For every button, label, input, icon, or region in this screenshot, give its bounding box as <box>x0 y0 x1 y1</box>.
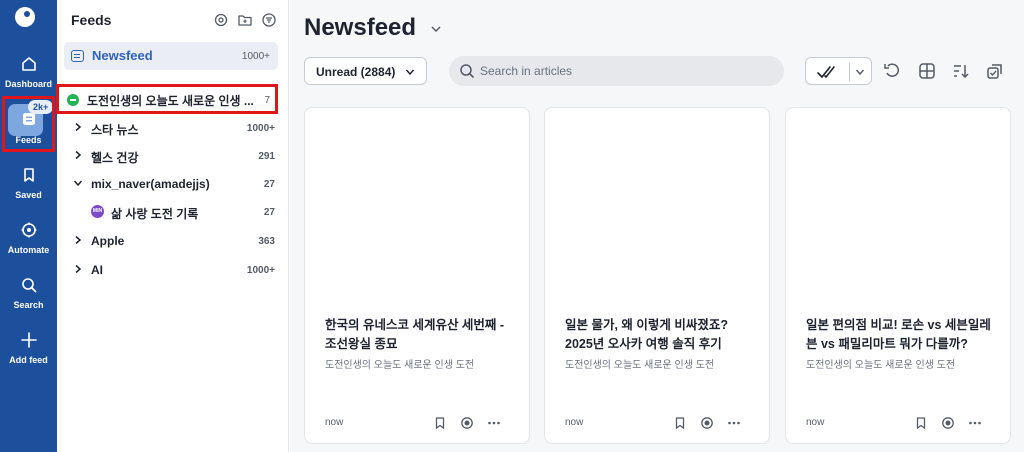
feed-count: 27 <box>263 179 275 190</box>
bookmark-icon[interactable] <box>433 416 447 430</box>
blog-icon <box>67 94 79 106</box>
chevron-down-icon[interactable] <box>430 24 442 34</box>
mark-read-icon[interactable] <box>941 416 955 430</box>
panel-title: Feeds <box>71 12 112 28</box>
feed-item-apple[interactable]: Apple 363 <box>57 228 283 254</box>
grid-view-icon[interactable] <box>917 61 937 81</box>
nav-saved-label: Saved <box>15 190 42 200</box>
nav-add-feed-label: Add feed <box>9 355 48 365</box>
article-card[interactable]: 일본 물가, 왜 이렇게 비싸졌죠? 2025년 오사카 여행 솔직 후기 도전… <box>544 107 770 444</box>
home-icon <box>21 57 36 71</box>
app-logo[interactable] <box>15 7 35 27</box>
nav-search[interactable]: Search <box>0 276 57 330</box>
article-time: now <box>325 417 344 428</box>
nav-automate[interactable]: Automate <box>0 221 57 275</box>
add-folder-icon[interactable] <box>237 12 253 28</box>
feed-item-selected[interactable]: 도전인생의 오늘도 새로운 인생 ... 7 <box>56 84 278 114</box>
plus-icon <box>20 332 37 348</box>
feed-count: 363 <box>258 236 275 247</box>
select-multiple-icon[interactable] <box>985 61 1005 81</box>
chevron-right-icon[interactable] <box>73 264 83 274</box>
feed-count: 291 <box>258 151 275 162</box>
more-options-icon[interactable] <box>727 416 741 430</box>
refresh-icon[interactable] <box>882 61 902 81</box>
bookmark-icon <box>23 168 34 182</box>
article-title[interactable]: 한국의 유네스코 세계유산 세번째 - 조선왕실 종묘 <box>325 316 513 354</box>
feed-name: 스타 뉴스 <box>91 123 139 137</box>
double-check-icon <box>817 66 835 78</box>
page-title: Newsfeed <box>304 14 417 41</box>
article-search[interactable] <box>449 56 784 86</box>
feeds-panel: Feeds Newsfeed 1000+ 스타 뉴스 1000+ 헬스 건강 2… <box>57 0 289 452</box>
search-icon <box>460 64 474 78</box>
article-title[interactable]: 일본 물가, 왜 이렇게 비싸졌죠? 2025년 오사카 여행 솔직 후기 <box>565 316 753 354</box>
chevron-down-icon <box>405 69 415 76</box>
nav-saved[interactable]: Saved <box>0 166 57 220</box>
newsfeed-item[interactable]: Newsfeed 1000+ <box>64 42 278 70</box>
feed-name: 삶 사랑 도전 기록 <box>111 207 199 221</box>
feed-item-ai[interactable]: AI 1000+ <box>57 257 283 283</box>
bookmark-icon[interactable] <box>673 416 687 430</box>
feeds-highlight-box <box>2 96 55 152</box>
article-source: 도전인생의 오늘도 새로운 인생 도전 <box>325 360 475 371</box>
nav-search-label: Search <box>13 300 44 310</box>
unread-filter-label: Unread (2884) <box>316 65 396 79</box>
gear-icon[interactable] <box>213 12 229 28</box>
divider <box>849 63 850 81</box>
filter-icon[interactable] <box>261 12 277 28</box>
mark-read-button[interactable] <box>805 57 872 85</box>
chevron-right-icon[interactable] <box>73 150 83 160</box>
feed-name: AI <box>91 263 103 277</box>
feed-item-health[interactable]: 헬스 건강 291 <box>57 143 283 169</box>
feed-count: 1000+ <box>246 265 275 276</box>
nav-add-feed[interactable]: Add feed <box>0 331 57 385</box>
bookmark-icon[interactable] <box>914 416 928 430</box>
panel-toolbar <box>213 12 279 30</box>
article-card[interactable]: 한국의 유네스코 세계유산 세번째 - 조선왕실 종묘 도전인생의 오늘도 새로… <box>304 107 530 444</box>
search-icon <box>21 278 36 293</box>
feed-count: 7 <box>264 95 270 106</box>
automate-icon <box>21 222 36 238</box>
article-source: 도전인생의 오늘도 새로운 인생 도전 <box>565 360 715 371</box>
feed-name: Apple <box>91 234 125 248</box>
article-source: 도전인생의 오늘도 새로운 인생 도전 <box>806 360 956 371</box>
chevron-right-icon[interactable] <box>73 235 83 245</box>
left-rail: Dashboard Feeds 2k+ Saved Automate Searc… <box>0 0 57 452</box>
nav-automate-label: Automate <box>7 245 50 255</box>
newsfeed-icon <box>71 50 84 62</box>
newsfeed-count: 1000+ <box>241 51 270 62</box>
feed-name: mix_naver(amadejjs) <box>91 177 210 191</box>
mark-read-icon[interactable] <box>460 416 474 430</box>
unread-filter-dropdown[interactable]: Unread (2884) <box>304 57 427 85</box>
feed-name: 헬스 건강 <box>91 151 139 165</box>
feed-name: 도전인생의 오늘도 새로운 인생 ... <box>87 94 253 108</box>
feed-item-star-news[interactable]: 스타 뉴스 1000+ <box>57 115 283 141</box>
feed-item-mix-naver[interactable]: mix_naver(amadejjs) 27 <box>57 171 283 197</box>
article-card[interactable]: 일본 편의점 비교! 로손 vs 세븐일레븐 vs 패밀리마트 뭐가 다를까? … <box>785 107 1011 444</box>
feed-count: 27 <box>263 207 275 218</box>
article-time: now <box>565 417 584 428</box>
chevron-right-icon[interactable] <box>73 122 83 132</box>
sort-icon[interactable] <box>951 61 971 81</box>
chevron-down-icon[interactable] <box>73 178 83 188</box>
more-options-icon[interactable] <box>968 416 982 430</box>
article-time: now <box>806 417 825 428</box>
newsfeed-label: Newsfeed <box>92 48 153 63</box>
nav-dashboard-label: Dashboard <box>4 79 52 89</box>
chevron-down-icon[interactable] <box>855 68 865 76</box>
mark-read-icon[interactable] <box>700 416 714 430</box>
feed-count: 1000+ <box>246 123 275 134</box>
feed-item-life-love[interactable]: MIN 삶 사랑 도전 기록 27 <box>57 199 283 225</box>
main-content: Newsfeed Unread (2884) 한국의 유네스코 세계유산 세번째… <box>290 0 1024 452</box>
feed-avatar-icon: MIN <box>91 205 104 218</box>
article-title[interactable]: 일본 편의점 비교! 로손 vs 세븐일레븐 vs 패밀리마트 뭐가 다를까? <box>806 316 994 354</box>
more-options-icon[interactable] <box>487 416 501 430</box>
search-input[interactable] <box>480 61 770 81</box>
